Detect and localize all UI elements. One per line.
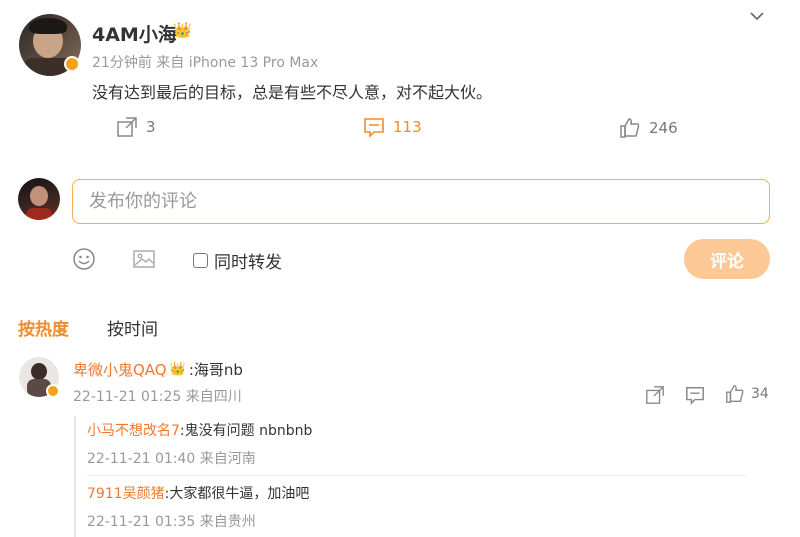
reply-item: 7911吴颜猪:大家都很牛逼，加油吧 — [87, 483, 309, 503]
reply-author-name[interactable]: 7911吴颜猪 — [87, 486, 165, 502]
reply-meta: 22-11-21 01:40 来自河南 — [87, 451, 256, 467]
emoji-icon[interactable] — [72, 247, 96, 271]
comment-input-box[interactable] — [72, 179, 770, 224]
reply-author-name[interactable]: 小马不想改名7 — [87, 423, 180, 439]
tab-sort-hot[interactable]: 按热度 — [18, 315, 69, 340]
comment-verified-badge-icon — [46, 384, 60, 398]
image-icon[interactable] — [132, 247, 156, 271]
comment-button[interactable]: 113 — [363, 116, 422, 138]
reply-item: 小马不想改名7:鬼没有问题 nbnbnb — [87, 420, 312, 440]
post-author-name[interactable]: 4AM小海 — [92, 20, 177, 47]
post-text: 没有达到最后的目标，总是有些不尽人意，对不起大伙。 — [92, 83, 493, 102]
comment-reply-icon[interactable] — [685, 385, 705, 405]
same-time-repost[interactable]: 同时转发 — [193, 248, 282, 273]
reply-list: 小马不想改名7:鬼没有问题 nbnbnb 22-11-21 01:40 来自河南… — [74, 416, 766, 537]
comment-like-button[interactable]: 34 — [725, 384, 769, 404]
post-meta: 21分钟前 来自 iPhone 13 Pro Max — [92, 55, 319, 71]
tab-sort-time[interactable]: 按时间 — [107, 315, 158, 340]
submit-comment-button[interactable]: 评论 — [684, 239, 770, 279]
post-more-chevron-icon[interactable] — [749, 8, 765, 24]
thumbs-up-icon — [620, 118, 640, 138]
comment-count: 113 — [393, 118, 422, 136]
thumbs-up-icon — [726, 385, 744, 403]
repost-button[interactable]: 3 — [116, 116, 156, 138]
current-user-avatar[interactable] — [18, 178, 60, 220]
repost-count: 3 — [146, 118, 156, 136]
comment-like-count: 34 — [751, 386, 769, 402]
comment-meta: 22-11-21 01:25 来自四川 — [73, 389, 242, 405]
comment-repost-icon[interactable] — [645, 385, 665, 405]
same-time-repost-checkbox[interactable] — [193, 253, 208, 268]
like-button[interactable]: 246 — [619, 117, 678, 139]
verified-badge-icon — [64, 56, 80, 72]
reply-divider — [87, 475, 747, 476]
reply-text: :大家都很牛逼，加油吧 — [164, 486, 310, 502]
crown-icon: 👑 — [173, 21, 192, 39]
reply-meta: 22-11-21 01:35 来自贵州 — [87, 514, 256, 530]
comment-line: 卑微小鬼QAQ 👑 :海哥nb — [73, 359, 243, 380]
same-time-repost-label: 同时转发 — [214, 253, 282, 273]
reply-text: :鬼没有问题 nbnbnb — [179, 423, 313, 439]
crown-icon: 👑 — [169, 362, 186, 377]
repost-icon — [117, 117, 137, 137]
comment-input[interactable] — [87, 190, 769, 213]
comment-icon — [364, 118, 384, 138]
comment-text: :海哥nb — [188, 361, 243, 379]
comment-author-name[interactable]: 卑微小鬼QAQ — [73, 359, 167, 380]
like-count: 246 — [649, 119, 678, 137]
